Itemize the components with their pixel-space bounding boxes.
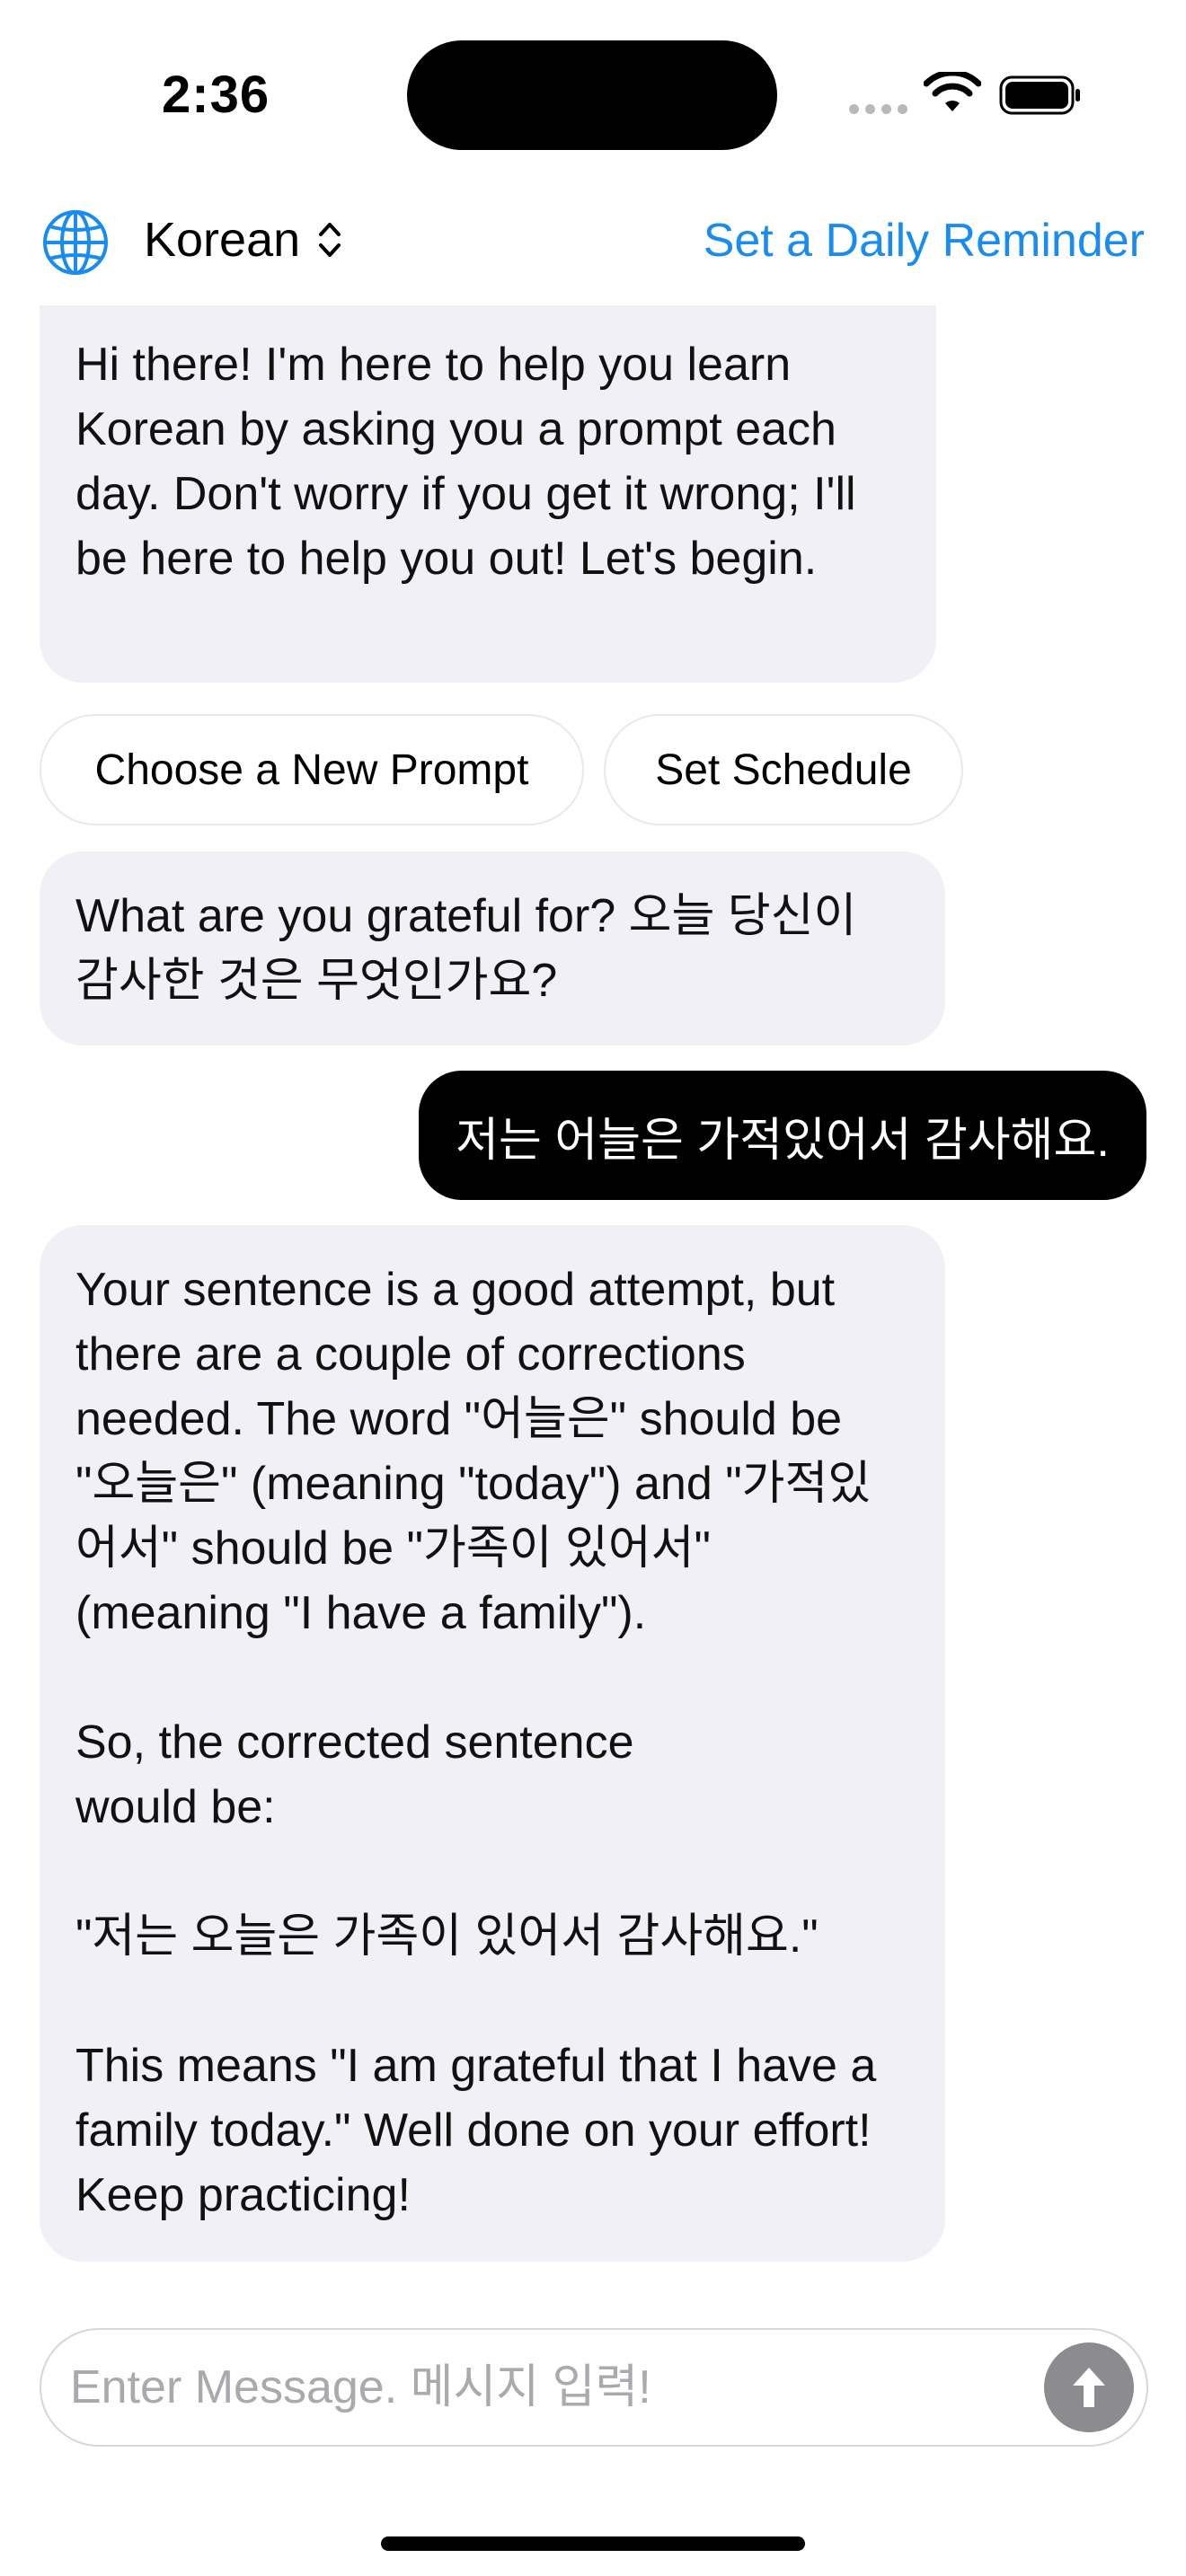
set-schedule-button[interactable]: Set Schedule bbox=[604, 714, 963, 825]
home-indicator[interactable] bbox=[381, 2536, 805, 2551]
wifi-icon bbox=[924, 72, 981, 111]
language-selector[interactable]: Korean bbox=[144, 212, 343, 268]
chevron-up-down-icon bbox=[319, 223, 341, 257]
dynamic-island bbox=[407, 40, 777, 150]
bot-message-intro: Hi there! I'm here to help you learn Kor… bbox=[40, 305, 936, 683]
set-daily-reminder-link[interactable]: Set a Daily Reminder bbox=[704, 214, 1145, 268]
choose-new-prompt-button[interactable]: Choose a New Prompt bbox=[40, 714, 584, 825]
bot-message-prompt: What are you grateful for? 오늘 당신이 감사한 것은… bbox=[40, 851, 945, 1045]
language-label: Korean bbox=[144, 213, 301, 267]
user-message: 저는 어늘은 가적있어서 감사해요. bbox=[419, 1071, 1146, 1200]
arrow-up-icon bbox=[1073, 2368, 1105, 2407]
message-composer bbox=[40, 2328, 1148, 2447]
status-time: 2:36 bbox=[162, 66, 270, 124]
cellular-signal-icon bbox=[849, 104, 907, 114]
battery-icon bbox=[999, 75, 1080, 115]
globe-icon[interactable] bbox=[41, 208, 110, 277]
message-input[interactable] bbox=[68, 2360, 1044, 2415]
send-button[interactable] bbox=[1044, 2342, 1134, 2432]
bot-message-feedback: Your sentence is a good attempt, but the… bbox=[40, 1225, 945, 2262]
